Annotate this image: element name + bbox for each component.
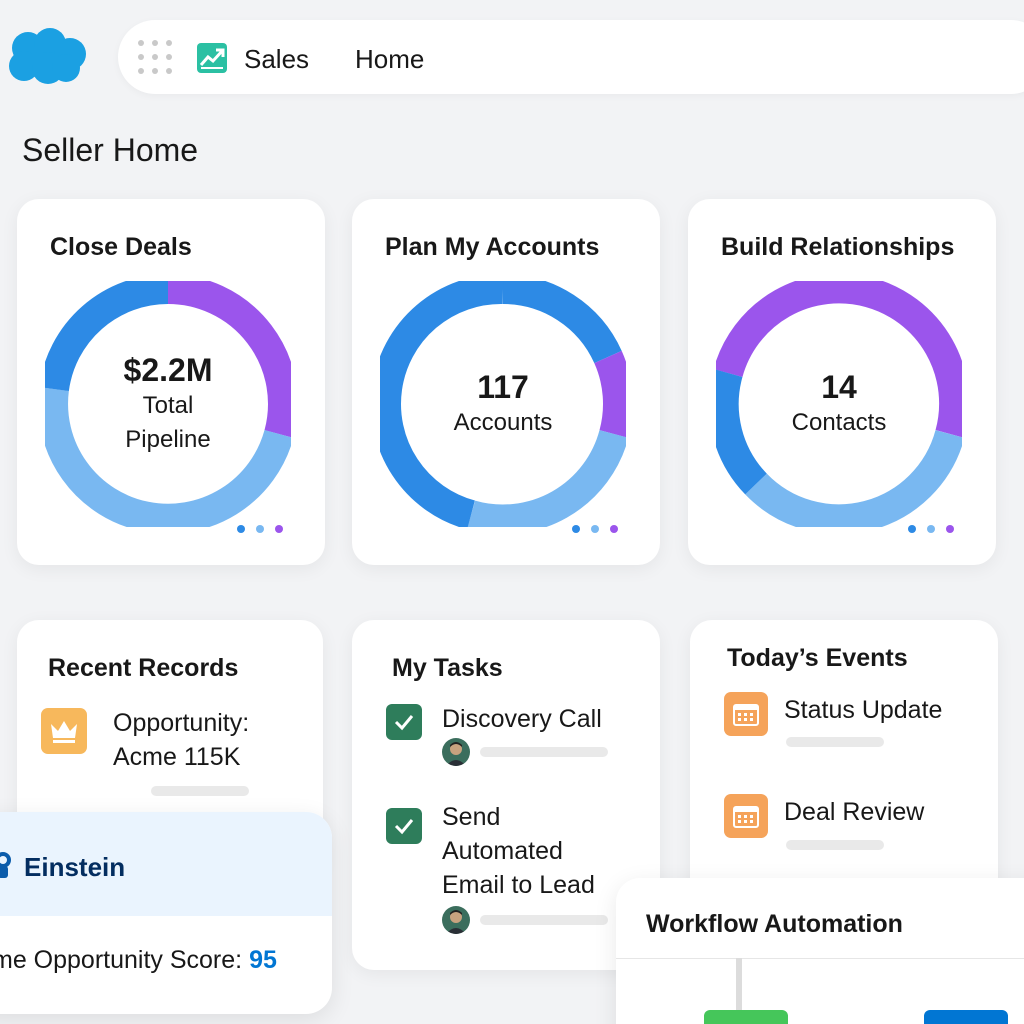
task-label-line: Send — [442, 803, 501, 831]
donut-center: 14 Contacts — [716, 281, 962, 527]
task-label-line: Automated — [442, 837, 563, 865]
flow-node-start[interactable] — [704, 1010, 788, 1024]
einstein-icon — [0, 852, 11, 878]
contacts-value: 14 — [821, 369, 857, 405]
einstein-card[interactable]: Einstein me Opportunity Score: 95 — [0, 812, 332, 1014]
card-title: Build Relationships — [721, 233, 955, 261]
card-title: Plan My Accounts — [385, 233, 600, 261]
check-icon — [394, 715, 414, 731]
task-label[interactable]: Send Automated Email to Lead — [442, 800, 595, 902]
calendar-icon — [724, 794, 768, 838]
donut-center: 117 Accounts — [380, 281, 626, 527]
pipeline-value: $2.2M — [123, 352, 213, 388]
app-navigation-bar: Sales Home — [118, 20, 1024, 94]
close-deals-card[interactable]: Close Deals $2.2M Total Pipeline — [17, 199, 325, 565]
placeholder-bar — [151, 786, 249, 796]
flow-node-action[interactable] — [924, 1010, 1008, 1024]
divider — [616, 958, 1024, 959]
contacts-label: Contacts — [791, 409, 887, 436]
task-checkbox[interactable] — [386, 808, 422, 844]
build-relationships-card[interactable]: Build Relationships 14 Contacts — [688, 199, 996, 565]
calendar-icon — [724, 692, 768, 736]
record-item[interactable]: Opportunity: Acme 115K — [113, 706, 249, 774]
page-title: Seller Home — [22, 132, 199, 168]
avatar — [442, 906, 470, 934]
record-type: Opportunity: — [113, 709, 250, 737]
einstein-title: Einstein — [24, 852, 126, 882]
placeholder-bar — [786, 737, 884, 747]
card-title: Recent Records — [48, 654, 239, 682]
accounts-value: 117 — [477, 369, 529, 405]
score-value: 95 — [249, 946, 277, 974]
card-title: Workflow Automation — [646, 910, 903, 938]
todays-events-card: Today’s Events Status Update Deal Review — [690, 620, 998, 920]
nav-tab-home[interactable]: Home — [355, 44, 424, 75]
placeholder-bar — [480, 747, 608, 757]
einstein-header: Einstein — [0, 812, 332, 916]
carousel-dots[interactable] — [237, 525, 283, 533]
card-title: Today’s Events — [727, 644, 908, 672]
pipeline-label: Total — [142, 392, 194, 419]
carousel-dots[interactable] — [572, 525, 618, 533]
opportunity-score: me Opportunity Score: 95 — [0, 946, 277, 975]
check-icon — [394, 819, 414, 835]
avatar — [442, 738, 470, 766]
record-name: Acme 115K — [113, 743, 241, 771]
cloud-logo-icon[interactable] — [6, 26, 88, 86]
workflow-automation-card[interactable]: Workflow Automation — [616, 878, 1024, 1024]
app-launcher-icon[interactable] — [136, 38, 174, 76]
sales-chart-icon — [197, 43, 227, 73]
app-name[interactable]: Sales — [244, 44, 309, 75]
card-title: Close Deals — [50, 233, 192, 261]
pipeline-label: Pipeline — [125, 426, 211, 453]
plan-my-accounts-card[interactable]: Plan My Accounts 117 Accounts — [352, 199, 660, 565]
my-tasks-card: My Tasks Discovery Call Send Automated E… — [352, 620, 660, 970]
crown-icon — [41, 708, 87, 754]
carousel-dots[interactable] — [908, 525, 954, 533]
task-checkbox[interactable] — [386, 704, 422, 740]
event-item[interactable]: Status Update — [784, 696, 942, 725]
task-label[interactable]: Discovery Call — [442, 702, 602, 736]
donut-center: $2.2M Total Pipeline — [45, 281, 291, 527]
task-label-line: Email to Lead — [442, 871, 595, 899]
score-label: me Opportunity Score: — [0, 946, 250, 974]
placeholder-bar — [480, 915, 608, 925]
accounts-label: Accounts — [453, 409, 553, 436]
placeholder-bar — [786, 840, 884, 850]
card-title: My Tasks — [392, 654, 503, 682]
event-item[interactable]: Deal Review — [784, 798, 924, 827]
